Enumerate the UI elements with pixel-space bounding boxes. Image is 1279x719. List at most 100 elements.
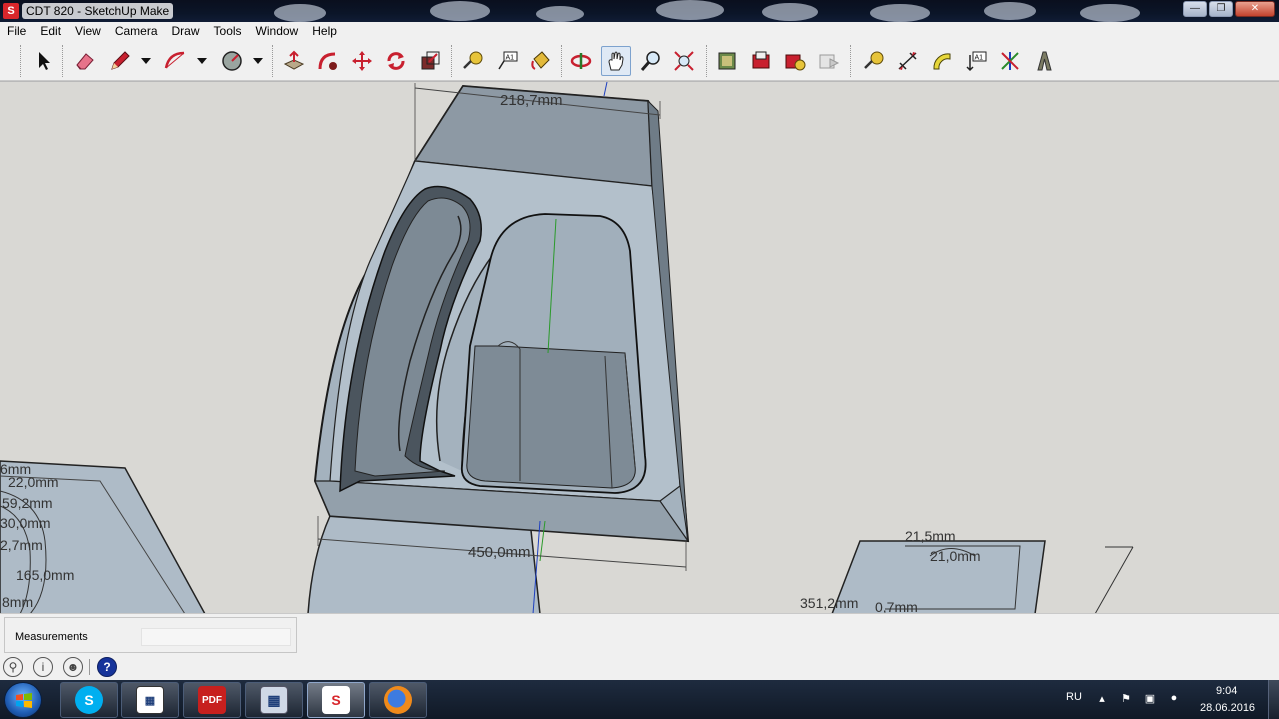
taskbar-skype[interactable]: S	[60, 682, 118, 718]
toolbar-grip	[20, 45, 22, 77]
select-arrow-icon	[39, 52, 50, 70]
tape-measure-tool-button-2[interactable]	[859, 46, 889, 76]
measurements-input[interactable]	[141, 628, 291, 646]
language-indicator[interactable]: RU	[1066, 691, 1082, 703]
sketchup-logo-icon: S	[3, 3, 19, 19]
zoom-extents-tool-button[interactable]	[669, 46, 699, 76]
dimension-right-label[interactable]: 351,2mm	[800, 595, 858, 611]
scale-tool-button[interactable]	[415, 46, 445, 76]
title-bar: S CDT 820 - SketchUp Make — ❐ ✕	[0, 0, 1279, 22]
windows-logo-icon	[16, 693, 32, 708]
dimension-left-label[interactable]: 8mm	[2, 594, 33, 610]
text-tool-button[interactable]: A1	[492, 46, 522, 76]
tape-measure-icon	[864, 51, 884, 69]
pan-tool-button[interactable]	[601, 46, 631, 76]
toolbar-separator	[561, 45, 563, 77]
tape-measure-tool-button[interactable]	[458, 46, 488, 76]
clock-date[interactable]: 28.06.2016	[1200, 702, 1255, 714]
circle-tool-button[interactable]	[217, 46, 247, 76]
dimension-left-label[interactable]: 59,2mm	[2, 495, 53, 511]
taskbar-spreadsheet[interactable]: ▦	[121, 682, 179, 718]
move-icon	[352, 51, 372, 71]
layout-button[interactable]	[814, 46, 844, 76]
arc-tool-button[interactable]	[160, 46, 190, 76]
axes-tool-button[interactable]	[995, 46, 1025, 76]
rotate-icon	[387, 52, 405, 70]
layout-icon	[819, 54, 840, 69]
eraser-tool-button[interactable]	[70, 46, 100, 76]
tray-network-icon[interactable]: ●	[1166, 692, 1182, 706]
minimize-button[interactable]: —	[1183, 1, 1207, 17]
text-tool-button-2[interactable]: A1	[961, 46, 991, 76]
extension-warehouse-button[interactable]	[780, 46, 810, 76]
close-button[interactable]: ✕	[1235, 1, 1275, 17]
dimension-left-label[interactable]: 30,0mm	[0, 515, 51, 531]
taskbar-pdf[interactable]: PDF	[183, 682, 241, 718]
taskbar-sketchup[interactable]: S	[307, 682, 365, 718]
toolbar-separator	[850, 45, 852, 77]
line-tool-button[interactable]	[105, 46, 135, 76]
3d-text-tool-button[interactable]	[1029, 46, 1059, 76]
3d-text-icon	[1037, 51, 1052, 71]
dimension-left-label[interactable]: 22,0mm	[8, 474, 59, 490]
menu-draw[interactable]: Draw	[165, 22, 207, 41]
dimension-right-label[interactable]: 21,5mm	[905, 528, 956, 544]
start-button[interactable]	[4, 682, 42, 718]
protractor-tool-button[interactable]	[927, 46, 957, 76]
taskbar-firefox[interactable]	[369, 682, 427, 718]
arc-icon	[164, 51, 185, 69]
dimension-left-label[interactable]: 165,0mm	[16, 567, 74, 583]
menu-bar: File Edit View Camera Draw Tools Window …	[0, 22, 1279, 41]
tray-display-icon[interactable]: ▣	[1142, 692, 1158, 706]
firefox-icon	[384, 686, 412, 714]
status-bar: ⚲ i ☻ ?	[0, 654, 1279, 680]
show-desktop-button[interactable]	[1268, 680, 1279, 719]
skype-icon: S	[75, 686, 103, 714]
warehouse-button[interactable]	[712, 46, 742, 76]
clock-time[interactable]: 9:04	[1216, 685, 1237, 697]
share-model-icon	[752, 51, 770, 69]
geo-location-icon[interactable]: ⚲	[3, 657, 23, 677]
pdf-icon: PDF	[198, 686, 226, 714]
dimension-left-label[interactable]: 2,7mm	[0, 537, 43, 553]
toolbar-separator	[272, 45, 274, 77]
chevron-down-icon[interactable]	[253, 57, 263, 65]
menu-camera[interactable]: Camera	[108, 22, 165, 41]
select-tool-button[interactable]	[28, 46, 58, 76]
menu-help[interactable]: Help	[305, 22, 344, 41]
move-tool-button[interactable]	[347, 46, 377, 76]
push-pull-tool-button[interactable]	[279, 46, 309, 76]
orbit-tool-button[interactable]	[566, 46, 596, 76]
user-account-icon[interactable]: ☻	[63, 657, 83, 677]
tray-flag-icon[interactable]: ⚑	[1118, 692, 1134, 706]
zoom-tool-button[interactable]	[636, 46, 666, 76]
follow-me-tool-button[interactable]	[313, 46, 343, 76]
toolbar-separator	[706, 45, 708, 77]
dimension-tool-button[interactable]	[893, 46, 923, 76]
dimension-right-label[interactable]: 21,0mm	[930, 548, 981, 564]
text-icon: A1	[966, 51, 987, 72]
menu-tools[interactable]: Tools	[207, 22, 249, 41]
menu-file[interactable]: File	[0, 22, 33, 41]
dimension-right-label[interactable]: 0,7mm	[875, 599, 918, 613]
model-canvas[interactable]	[0, 82, 1279, 613]
menu-view[interactable]: View	[68, 22, 108, 41]
model-viewport[interactable]: 218,7mm 450,0mm 6mm 22,0mm 59,2mm 30,0mm…	[0, 81, 1279, 613]
share-model-button[interactable]	[746, 46, 776, 76]
close-icon: ✕	[1250, 3, 1260, 14]
tray-expand-icon[interactable]: ▴	[1094, 692, 1110, 706]
menu-window[interactable]: Window	[249, 22, 306, 41]
menu-edit[interactable]: Edit	[33, 22, 68, 41]
measurements-label: Measurements	[15, 631, 88, 643]
rotate-tool-button[interactable]	[381, 46, 411, 76]
chevron-down-icon[interactable]	[141, 57, 151, 65]
taskbar-calculator[interactable]: ▦	[245, 682, 303, 718]
maximize-button[interactable]: ❐	[1209, 1, 1233, 17]
paint-bucket-tool-button[interactable]	[526, 46, 556, 76]
pan-hand-icon	[608, 51, 624, 71]
dimension-bottom-width[interactable]: 450,0mm	[468, 544, 531, 561]
dimension-top-width[interactable]: 218,7mm	[500, 92, 563, 109]
chevron-down-icon[interactable]	[197, 57, 207, 65]
help-icon[interactable]: ?	[97, 657, 117, 677]
credits-icon[interactable]: i	[33, 657, 53, 677]
